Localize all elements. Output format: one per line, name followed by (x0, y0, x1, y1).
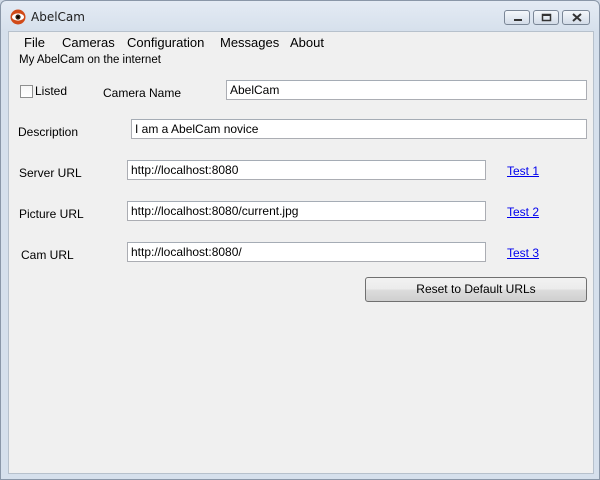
title-bar[interactable]: AbelCam (1, 1, 599, 31)
cam-url-input[interactable]: http://localhost:8080/ (127, 242, 486, 262)
listed-checkbox[interactable] (20, 85, 33, 98)
app-window: AbelCam File Cameras Configuration Messa… (0, 0, 600, 480)
window-title: AbelCam (31, 10, 85, 24)
test-1-link[interactable]: Test 1 (507, 164, 539, 178)
test-2-link[interactable]: Test 2 (507, 205, 539, 219)
server-url-input[interactable]: http://localhost:8080 (127, 160, 486, 180)
menu-bar: File Cameras Configuration Messages Abou… (9, 32, 593, 52)
minimize-button[interactable] (504, 10, 530, 25)
menu-file[interactable]: File (24, 35, 45, 50)
menu-messages[interactable]: Messages (220, 35, 279, 50)
menu-about[interactable]: About (290, 35, 324, 50)
camera-name-label: Camera Name (103, 86, 182, 100)
test-3-link[interactable]: Test 3 (507, 246, 539, 260)
cam-url-label: Cam URL (21, 248, 74, 262)
client-area: File Cameras Configuration Messages Abou… (8, 31, 594, 474)
reset-default-urls-button[interactable]: Reset to Default URLs (365, 277, 587, 302)
description-label: Description (18, 125, 79, 139)
group-title: My AbelCam on the internet (17, 54, 163, 66)
listed-label: Listed (35, 84, 68, 98)
picture-url-input[interactable]: http://localhost:8080/current.jpg (127, 201, 486, 221)
picture-url-label: Picture URL (19, 207, 84, 221)
maximize-button[interactable] (533, 10, 559, 25)
camera-name-input[interactable]: AbelCam (226, 80, 587, 100)
server-url-label: Server URL (19, 166, 82, 180)
eye-icon (10, 9, 26, 25)
menu-configuration[interactable]: Configuration (127, 35, 204, 50)
menu-cameras[interactable]: Cameras (62, 35, 115, 50)
close-button[interactable] (562, 10, 590, 25)
description-input[interactable]: I am a AbelCam novice (131, 119, 587, 139)
